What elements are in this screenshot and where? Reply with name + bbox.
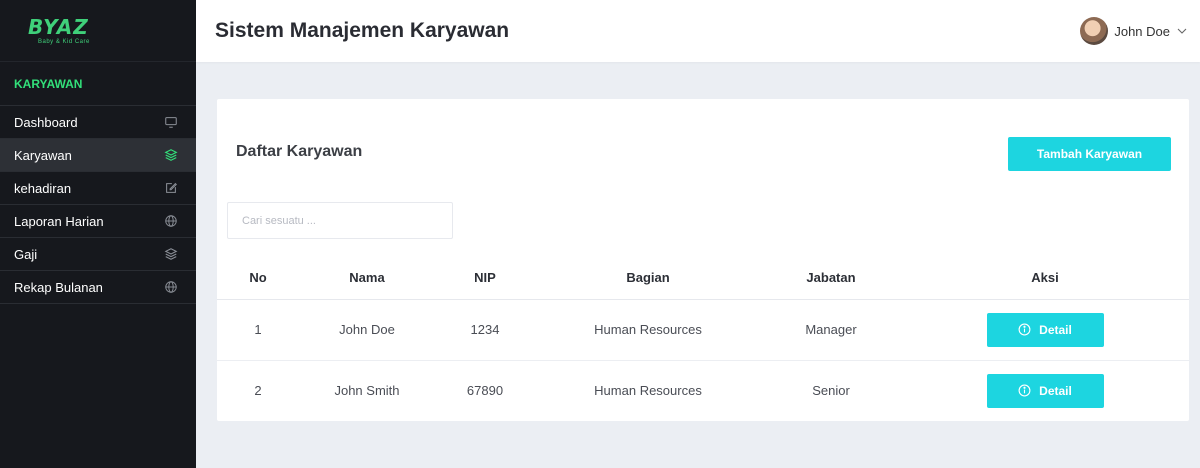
employee-table: No Nama NIP Bagian Jabatan Aksi 1 John D…	[217, 257, 1189, 421]
cell-nip: 1234	[435, 299, 535, 361]
column-header-no: No	[217, 257, 299, 300]
layers-icon	[164, 148, 178, 162]
globe-icon	[164, 214, 178, 228]
info-icon	[1018, 384, 1031, 397]
cell-nama: John Doe	[299, 299, 435, 361]
sidebar-item-gaji[interactable]: Gaji	[0, 238, 196, 271]
page-title: Sistem Manajemen Karyawan	[215, 19, 510, 42]
employee-list-card: Daftar Karyawan Tambah Karyawan No Nama …	[217, 99, 1189, 421]
sidebar-item-label: Rekap Bulanan	[14, 279, 103, 295]
cell-nama: John Smith	[334, 383, 400, 399]
column-header-nip: NIP	[435, 257, 535, 300]
cell-nip: 67890	[466, 383, 504, 399]
chevron-down-icon	[1176, 25, 1188, 37]
sidebar-section-heading: KARYAWAN	[0, 62, 196, 106]
edit-icon	[164, 181, 178, 195]
table-header-row: No Nama NIP Bagian Jabatan Aksi	[217, 257, 1189, 300]
sidebar-item-label: Laporan Harian	[14, 213, 104, 229]
table-row: 1 John Doe 1234 Human Resources Manager …	[217, 299, 1189, 361]
detail-button-label: Detail	[1039, 322, 1072, 337]
column-header-jabatan: Jabatan	[761, 257, 901, 300]
column-header-bagian: Bagian	[535, 257, 761, 300]
add-employee-button[interactable]: Tambah Karyawan	[1008, 137, 1171, 171]
card-title: Daftar Karyawan	[236, 143, 363, 160]
monitor-icon	[164, 115, 178, 129]
sidebar-item-karyawan[interactable]: Karyawan	[0, 139, 196, 172]
logo[interactable]: BYAZ Baby & Kid Care	[28, 17, 90, 45]
info-icon	[1018, 323, 1031, 336]
sidebar-item-label: Gaji	[14, 246, 38, 262]
table-row: 2 John Smith 67890 Human Resources Senio…	[217, 360, 1189, 421]
top-header: Sistem Manajemen Karyawan John Doe	[196, 0, 1200, 62]
user-name: John Doe	[1114, 23, 1170, 39]
detail-button[interactable]: Detail	[986, 373, 1104, 408]
cell-aksi: Detail	[901, 299, 1189, 361]
sidebar-item-dashboard[interactable]: Dashboard	[0, 106, 196, 139]
globe-icon	[164, 280, 178, 294]
sidebar-item-kehadiran[interactable]: kehadiran	[0, 172, 196, 205]
cell-aksi: Detail	[901, 360, 1189, 421]
sidebar-item-label: Dashboard	[14, 114, 78, 130]
sidebar-item-label: Karyawan	[14, 147, 72, 163]
column-header-nama: Nama	[299, 257, 435, 300]
detail-button-label: Detail	[1039, 383, 1072, 398]
logo-area: BYAZ Baby & Kid Care	[0, 0, 196, 62]
sidebar-item-rekap-bulanan[interactable]: Rekap Bulanan	[0, 271, 196, 304]
cell-jabatan: Senior	[812, 383, 850, 399]
detail-button[interactable]: Detail	[986, 312, 1104, 347]
layers-icon	[164, 247, 178, 261]
sidebar-item-laporan-harian[interactable]: Laporan Harian	[0, 205, 196, 238]
cell-no: 1	[217, 299, 299, 361]
avatar[interactable]	[1080, 17, 1109, 45]
cell-no: 2	[254, 383, 262, 399]
sidebar-nav: Dashboard Karyawan kehadiran Laporan Har…	[0, 106, 196, 304]
logo-text: BYAZ	[28, 14, 89, 39]
sidebar-item-label: kehadiran	[14, 180, 72, 196]
sidebar: BYAZ Baby & Kid Care KARYAWAN Dashboard …	[0, 0, 196, 468]
cell-bagian: Human Resources	[535, 299, 761, 361]
search-input[interactable]	[227, 202, 453, 239]
column-header-aksi: Aksi	[901, 257, 1189, 300]
cell-jabatan: Manager	[761, 299, 901, 361]
user-menu[interactable]: John Doe	[1080, 17, 1188, 45]
cell-bagian: Human Resources	[594, 383, 702, 399]
logo-subtitle: Baby & Kid Care	[38, 38, 90, 45]
